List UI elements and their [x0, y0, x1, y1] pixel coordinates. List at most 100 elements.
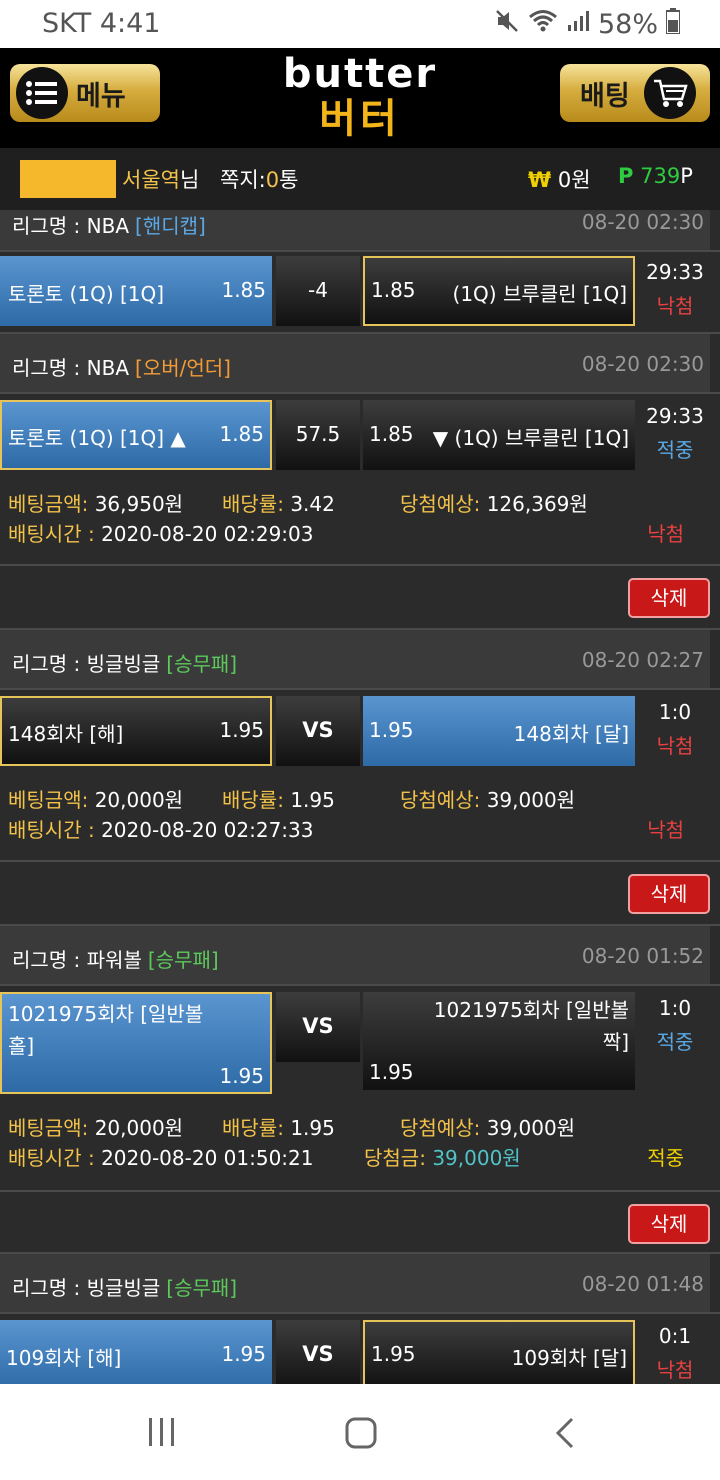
butter-logo[interactable]: butter 버터: [268, 52, 452, 144]
menu-button[interactable]: 메뉴: [10, 64, 160, 122]
divider: [0, 984, 720, 986]
game-date: 08-20 01:52: [581, 944, 704, 968]
expected-label: 당첨예상:: [400, 1116, 481, 1140]
away-odds: 1.95: [369, 1060, 414, 1084]
game-score: 1:0: [658, 700, 692, 724]
user-name-suffix: 님: [179, 168, 200, 192]
league-row: 리그명 : 빙글빙글 [승무패] 08-20 02:27: [0, 630, 710, 688]
away-odds: 1.85: [371, 278, 416, 302]
home-pick[interactable]: 148회차 [해] 1.95: [0, 696, 272, 766]
bet-label: 배팅: [580, 80, 630, 112]
league-label: 리그명 :: [12, 652, 87, 676]
bet-time-label: 배팅시간 :: [8, 818, 102, 842]
recent-apps-icon[interactable]: [146, 1416, 178, 1452]
expected-win: 39,000원: [486, 788, 576, 812]
league-name: 파워볼: [86, 948, 142, 972]
points-unit: P: [680, 164, 693, 188]
message-count[interactable]: 쪽지:0통: [220, 164, 298, 194]
game-date: 08-20 01:48: [581, 1272, 704, 1296]
away-pick[interactable]: 1021975회차 [일반볼 짝] 1.95: [363, 992, 635, 1090]
match-row: 109회차 [해] 1.95 VS 1.95 109회차 [달] 0:1 낙첨: [0, 1320, 710, 1384]
bet-status: 적중: [647, 1146, 684, 1170]
vs-text: VS: [302, 718, 334, 742]
game-result: 적중: [656, 438, 694, 462]
league-name: 빙글빙글: [86, 1276, 161, 1300]
home-pick[interactable]: 109회차 [해] 1.95: [0, 1320, 272, 1384]
match-row: 토론토 (1Q) [1Q] ▲ 1.85 57.5 1.85 ▼ (1Q) 브루…: [0, 400, 710, 470]
menu-list-icon: [16, 67, 68, 119]
away-pick[interactable]: 1.95 148회차 [달]: [363, 696, 635, 766]
home-team: 토론토 (1Q) [1Q] ▲: [8, 426, 186, 450]
divider: [0, 1312, 720, 1314]
away-team: (1Q) 브루클린 [1Q]: [452, 282, 627, 306]
away-team: 1021975회차 [일반볼 짝]: [433, 998, 629, 1054]
handicap-text: -4: [308, 278, 328, 302]
bet-history-list[interactable]: 리그명 : NBA [핸디캡] 08-20 02:30 토론토 (1Q) [1Q]…: [0, 210, 720, 1384]
handicap-value: -4: [276, 256, 360, 326]
won-balance: ₩ 0원: [528, 164, 591, 194]
home-pick[interactable]: 토론토 (1Q) [1Q] 1.85: [0, 256, 272, 326]
away-odds: 1.95: [369, 718, 414, 742]
league-label: 리그명 :: [12, 1276, 87, 1300]
away-odds: 1.95: [371, 1342, 416, 1366]
divider: [0, 688, 720, 690]
logo-korean: 버터: [319, 96, 401, 142]
bet-amount: 36,950원: [94, 492, 184, 516]
league-row: 리그명 : NBA [오버/언더] 08-20 02:30: [0, 334, 710, 392]
divider: [0, 250, 720, 252]
odds-label: 배당률:: [222, 1116, 284, 1140]
won-value: 0원: [557, 168, 591, 192]
battery-icon: [665, 8, 681, 41]
divider: [0, 392, 720, 394]
home-icon[interactable]: [344, 1416, 378, 1454]
signal-icon: [566, 9, 590, 40]
bet-amount-label: 베팅금액:: [8, 1116, 89, 1140]
score-cell: 0:1 낙첨: [640, 1324, 710, 1383]
back-icon[interactable]: [552, 1416, 578, 1454]
away-team: ▼ (1Q) 브루클린 [1Q]: [432, 426, 629, 450]
points-balance: P 739P: [618, 164, 693, 188]
message-unit: 통: [279, 168, 299, 192]
bet-time: 2020-08-20 02:29:03: [101, 522, 314, 546]
delete-button[interactable]: 삭제: [628, 578, 710, 618]
bet-summary: 베팅금액: 36,950원 배당률: 3.42 당첨예상: 126,369원 배…: [0, 480, 710, 572]
score-cell: 29:33 적중: [640, 404, 710, 463]
game-result: 적중: [656, 1030, 694, 1054]
game-score: 29:33: [646, 404, 704, 428]
delete-button[interactable]: 삭제: [628, 1204, 710, 1244]
bet-type: [승무패]: [147, 948, 219, 972]
bet-amount: 20,000원: [94, 1116, 184, 1140]
score-cell: 1:0 적중: [640, 996, 710, 1055]
mute-icon: [494, 8, 520, 41]
expected-label: 당첨예상:: [400, 492, 481, 516]
home-odds: 1.95: [219, 1064, 264, 1088]
expected-label: 당첨예상:: [400, 788, 481, 812]
message-label: 쪽지:: [220, 168, 266, 192]
points-icon: P: [618, 164, 634, 188]
delete-button[interactable]: 삭제: [628, 874, 710, 914]
user-info-bar: 서울역님 쪽지:0통 ₩ 0원 P 739P: [0, 148, 720, 210]
status-bar: SKT 4:41 58%: [0, 0, 720, 48]
points-value: 739: [640, 164, 681, 188]
home-odds: 1.85: [219, 422, 264, 446]
bet-status: 낙첨: [647, 818, 684, 842]
odds-label: 배당률:: [222, 788, 284, 812]
total-odds: 1.95: [290, 788, 335, 812]
betting-cart-button[interactable]: 배팅: [560, 64, 710, 122]
home-pick[interactable]: 1021975회차 [일반볼 홀] 1.95: [0, 992, 272, 1094]
away-pick[interactable]: 1.95 109회차 [달]: [363, 1320, 635, 1384]
delete-row: 삭제: [0, 564, 720, 628]
user-name: 서울역님: [122, 164, 199, 194]
away-pick[interactable]: 1.85 (1Q) 브루클린 [1Q]: [363, 256, 635, 326]
match-row: 토론토 (1Q) [1Q] 1.85 -4 1.85 (1Q) 브루클린 [1Q…: [0, 256, 710, 326]
game-date: 08-20 02:30: [581, 352, 704, 376]
cart-icon: [643, 67, 696, 119]
home-pick[interactable]: 토론토 (1Q) [1Q] ▲ 1.85: [0, 400, 272, 470]
bet-type: [승무패]: [166, 652, 238, 676]
carrier-time: SKT 4:41: [42, 8, 161, 39]
home-team: 토론토 (1Q) [1Q]: [8, 282, 165, 306]
menu-label: 메뉴: [76, 80, 126, 112]
away-pick[interactable]: 1.85 ▼ (1Q) 브루클린 [1Q]: [363, 400, 635, 470]
game-date: 08-20 02:27: [581, 648, 704, 672]
home-odds: 1.85: [221, 278, 266, 302]
